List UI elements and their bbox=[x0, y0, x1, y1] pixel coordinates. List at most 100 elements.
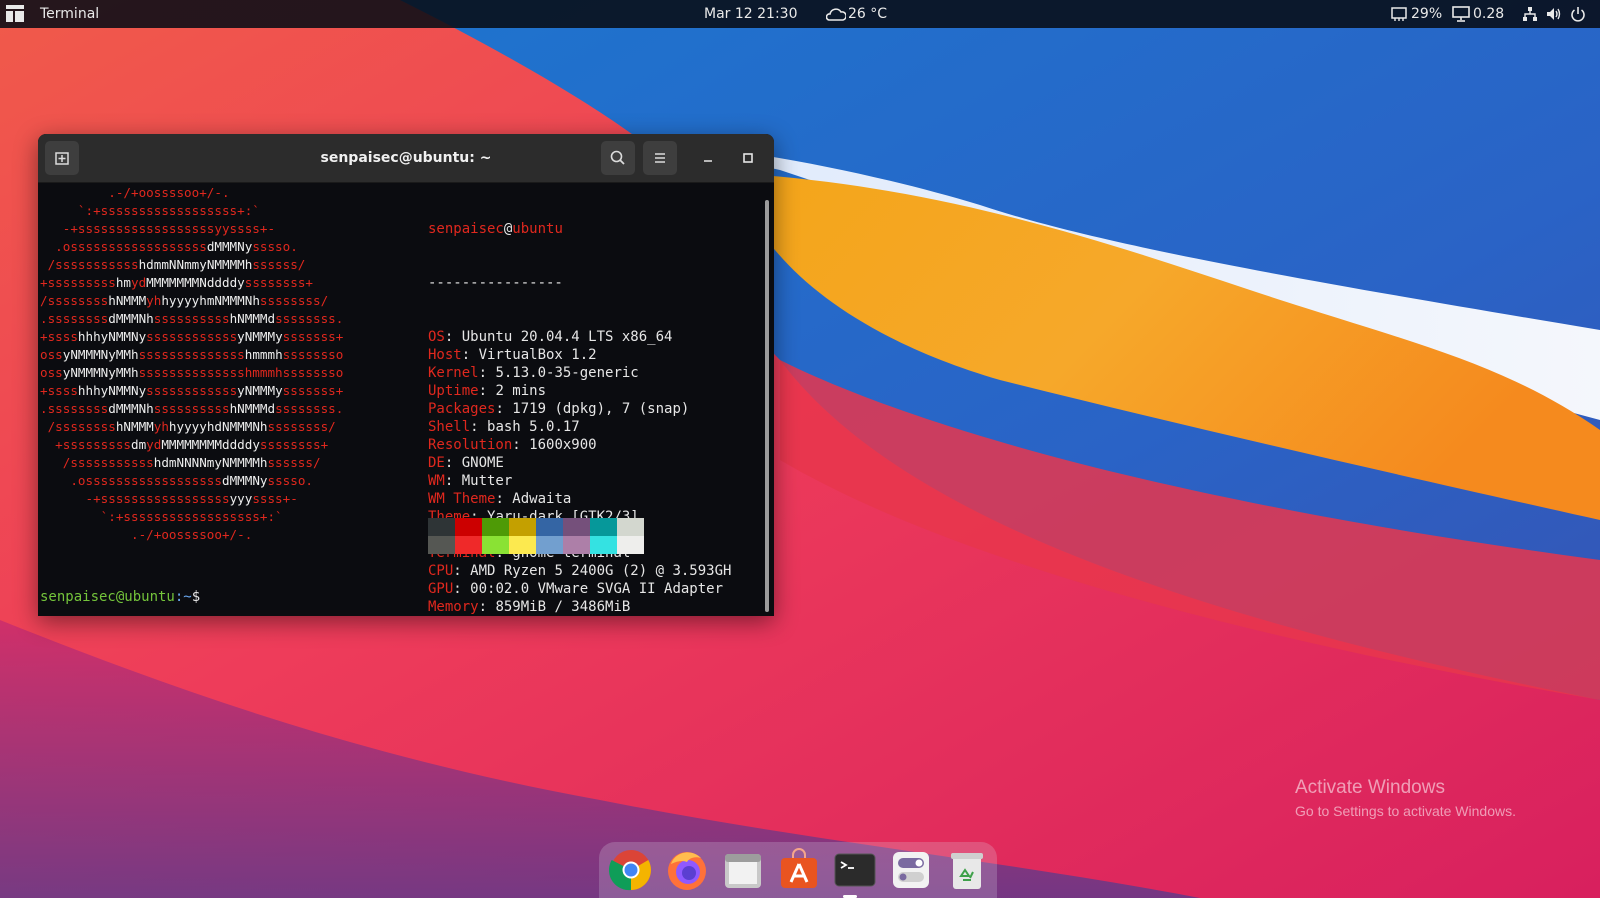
ascii-segment: ssssss/ bbox=[267, 455, 321, 470]
ascii-segment: ssssssssss bbox=[153, 311, 230, 326]
info-row: Resolution: 1600x900 bbox=[428, 437, 597, 453]
network-icon[interactable] bbox=[1522, 6, 1538, 22]
cpu-usage[interactable]: 29% bbox=[1411, 0, 1442, 28]
palette-swatch bbox=[455, 536, 482, 554]
palette-swatch bbox=[536, 518, 563, 536]
info-value: bash 5.0.17 bbox=[487, 419, 580, 435]
info-user-host: senpaisec@ubuntu bbox=[428, 220, 768, 238]
ascii-segment: .ossssssssssssssssss bbox=[40, 473, 222, 488]
weather-temperature[interactable]: 26 °C bbox=[848, 0, 887, 28]
palette-swatch bbox=[428, 536, 455, 554]
ascii-segment: hhhyNMMNy bbox=[77, 383, 147, 398]
info-value: 1600x900 bbox=[529, 437, 597, 453]
ascii-segment: `:+ssssssssssssssssss+:` bbox=[40, 203, 260, 218]
hamburger-menu-icon bbox=[655, 153, 665, 163]
dock bbox=[599, 842, 997, 898]
ascii-segment: oss bbox=[40, 365, 63, 380]
ascii-segment: hyyyyhmNMMMNh bbox=[161, 293, 260, 308]
ascii-segment: yd bbox=[131, 275, 147, 290]
ascii-segment: .ssssssss bbox=[40, 401, 109, 416]
ascii-line: /sssssssshNMMMyhhyyyyhdNMMMNhssssssss/ bbox=[40, 418, 405, 436]
ascii-line: `:+ssssssssssssssssss+:` bbox=[40, 202, 405, 220]
ascii-segment: hhhyNMMNy bbox=[77, 329, 147, 344]
menu-button[interactable] bbox=[643, 141, 677, 175]
ascii-segment: yNMMMy bbox=[237, 329, 283, 344]
ascii-segment: dMMMNh bbox=[108, 311, 154, 326]
new-tab-button[interactable] bbox=[45, 141, 79, 175]
terminal-scrollbar[interactable] bbox=[765, 200, 769, 612]
ascii-segment: ssssssssssssss bbox=[138, 347, 245, 362]
info-host: ubuntu bbox=[512, 221, 563, 237]
software-center-icon[interactable] bbox=[777, 848, 821, 892]
ascii-line: .ssssssssdMMMNhsssssssssshNMMMdssssssss. bbox=[40, 310, 405, 328]
info-key: GPU bbox=[428, 581, 454, 597]
ascii-segment: .ssssssss bbox=[40, 311, 109, 326]
prompt-user-host: senpaisec@ubuntu bbox=[40, 589, 175, 605]
trash-icon[interactable] bbox=[945, 848, 989, 892]
info-key: OS bbox=[428, 329, 445, 345]
ascii-line: -+sssssssssssssssssyyyssss+- bbox=[40, 490, 405, 508]
ascii-line: /sssssssshNMMMyhhyyyyhmNMMMNhssssssss/ bbox=[40, 292, 405, 310]
terminal-titlebar[interactable]: senpaisec@ubuntu: ~ bbox=[38, 134, 774, 183]
activation-watermark: Activate Windows Go to Settings to activ… bbox=[1295, 777, 1516, 819]
minimize-icon[interactable] bbox=[698, 148, 718, 168]
ascii-segment: oss bbox=[40, 347, 63, 362]
power-icon[interactable] bbox=[1570, 6, 1586, 22]
info-value: 5.13.0-35-generic bbox=[495, 365, 639, 381]
info-key: DE bbox=[428, 455, 445, 471]
ascii-segment: .-/+oossssoo+/-. bbox=[40, 527, 253, 542]
settings-toggle-icon[interactable] bbox=[889, 848, 933, 892]
new-tab-icon bbox=[55, 152, 69, 165]
ascii-segment: ssssssss. bbox=[275, 311, 344, 326]
info-row: Kernel: 5.13.0-35-generic bbox=[428, 365, 639, 381]
info-value: GNOME bbox=[461, 455, 504, 471]
palette-swatch bbox=[455, 518, 482, 536]
palette-swatch bbox=[509, 536, 536, 554]
info-key: Memory bbox=[428, 599, 479, 615]
palette-swatch bbox=[617, 518, 644, 536]
ascii-segment: sssso. bbox=[267, 473, 313, 488]
info-rows: OS: Ubuntu 20.04.4 LTS x86_64 Host: Virtu… bbox=[428, 328, 768, 616]
info-key: Resolution bbox=[428, 437, 513, 453]
ascii-segment: ssssssssssss bbox=[146, 383, 238, 398]
ascii-segment: ssssss/ bbox=[252, 257, 306, 272]
volume-icon[interactable] bbox=[1546, 6, 1562, 22]
active-app-name[interactable]: Terminal bbox=[40, 0, 99, 28]
shell-prompt[interactable]: senpaisec@ubuntu:~$ bbox=[40, 588, 200, 606]
system-load[interactable]: 0.28 bbox=[1473, 0, 1504, 28]
ascii-segment: /sssssssssss bbox=[40, 257, 139, 272]
activities-icon[interactable] bbox=[6, 5, 24, 22]
info-value: Adwaita bbox=[512, 491, 572, 507]
ascii-segment: ssssssssss bbox=[153, 401, 230, 416]
maximize-icon[interactable] bbox=[738, 148, 758, 168]
palette-swatch bbox=[536, 536, 563, 554]
ascii-segment: yd bbox=[146, 437, 162, 452]
ascii-segment: .-/+oossssoo+/-. bbox=[40, 185, 230, 200]
info-row: DE: GNOME bbox=[428, 455, 504, 471]
neofetch-ubuntu-logo: .-/+oossssoo+/-. `:+ssssssssssssssssss+:… bbox=[40, 184, 405, 544]
info-key: Packages bbox=[428, 401, 496, 417]
clock[interactable]: Mar 12 21:30 bbox=[704, 0, 797, 28]
ascii-segment: hyyyyhdNMMMNh bbox=[168, 419, 268, 434]
info-row: OS: Ubuntu 20.04.4 LTS x86_64 bbox=[428, 329, 673, 345]
info-row: GPU: 00:02.0 VMware SVGA II Adapter bbox=[428, 581, 724, 597]
terminal-output[interactable]: .-/+oossssoo+/-. `:+ssssssssssssssssss+:… bbox=[38, 182, 774, 616]
ascii-segment: hm bbox=[115, 275, 131, 290]
info-value: Ubuntu 20.04.4 LTS x86_64 bbox=[461, 329, 673, 345]
terminal-window[interactable]: senpaisec@ubuntu: ~ .-/+oossssoo+/-. `:+… bbox=[38, 134, 774, 616]
info-value: VirtualBox 1.2 bbox=[478, 347, 597, 363]
firefox-icon[interactable] bbox=[665, 848, 709, 892]
ascii-line: +sssssssssdmydMMMMMMMMddddyssssssss+ bbox=[40, 436, 405, 454]
ascii-segment: yNMMMy bbox=[237, 383, 283, 398]
search-button[interactable] bbox=[601, 141, 635, 175]
ascii-line: ossyNMMMNyMMhsssssssssssssshmmmhssssssso bbox=[40, 346, 405, 364]
ascii-segment: `:+ssssssssssssssssss+:` bbox=[40, 509, 283, 524]
info-value: 00:02.0 VMware SVGA II Adapter bbox=[470, 581, 724, 597]
ascii-segment: yNMMMNyMMh bbox=[62, 365, 139, 380]
ascii-line: .ssssssssdMMMNhsssssssssshNMMMdssssssss. bbox=[40, 400, 405, 418]
terminal-title: senpaisec@ubuntu: ~ bbox=[320, 150, 492, 166]
ascii-segment: yyy bbox=[229, 491, 253, 506]
terminal-icon[interactable] bbox=[833, 848, 877, 892]
files-icon[interactable] bbox=[721, 848, 765, 892]
chrome-icon[interactable] bbox=[609, 848, 653, 892]
